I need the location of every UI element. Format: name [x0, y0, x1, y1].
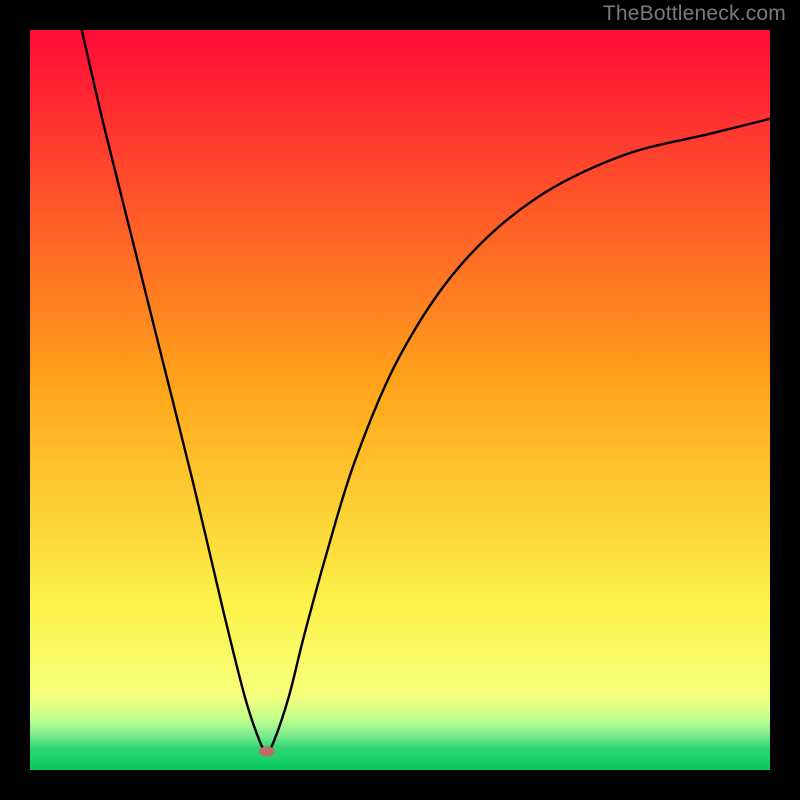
plot-area: [30, 30, 770, 770]
gradient-background: [30, 30, 770, 770]
plot-svg: [30, 30, 770, 770]
sweet-spot-marker: [259, 747, 275, 757]
watermark-text: TheBottleneck.com: [603, 2, 786, 26]
chart-frame: TheBottleneck.com: [0, 0, 800, 800]
